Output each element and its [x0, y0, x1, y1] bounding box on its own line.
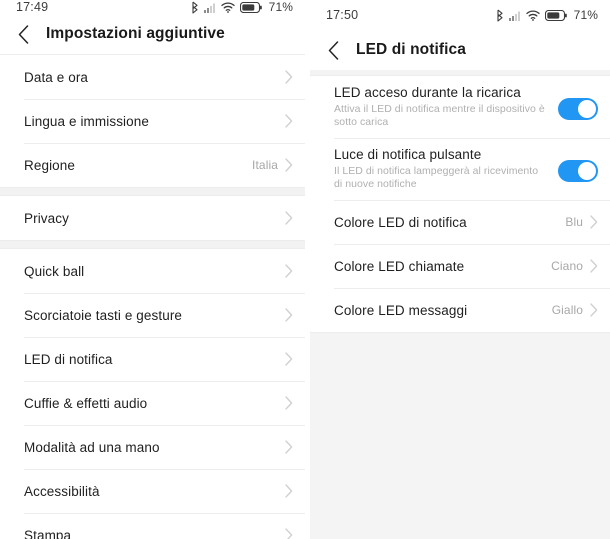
- chevron-right-icon: [285, 70, 293, 84]
- list-item-led-charging[interactable]: LED acceso durante la ricarica Attiva il…: [310, 76, 610, 138]
- cellular-signal-icon: [508, 11, 520, 21]
- list-item-call-led-color[interactable]: Colore LED chiamate Ciano: [310, 244, 610, 288]
- app-bar: LED di notifica: [310, 30, 610, 70]
- list-item[interactable]: Stampa: [0, 513, 305, 539]
- cellular-signal-icon: [203, 3, 215, 13]
- list-item-value: Ciano: [551, 259, 583, 273]
- list-item-description: Il LED di notifica lampeggerà al ricevim…: [334, 165, 539, 190]
- toggle-knob: [578, 161, 596, 180]
- list-item[interactable]: Privacy: [0, 196, 305, 240]
- list-item-pulsing-light[interactable]: Luce di notifica pulsante Il LED di noti…: [310, 138, 610, 200]
- list-item[interactable]: Data e ora: [0, 55, 305, 99]
- settings-group: Privacy: [0, 196, 305, 240]
- list-item-label: Data e ora: [24, 69, 89, 85]
- battery-percentage: 71%: [573, 8, 598, 22]
- status-bar-time: 17:49: [16, 0, 49, 14]
- list-item-message-led-color[interactable]: Colore LED messaggi Giallo: [310, 288, 610, 332]
- settings-list: Data e ora Lingua e immissione Regione I…: [0, 55, 305, 539]
- list-item[interactable]: Regione Italia: [0, 143, 305, 187]
- chevron-right-icon: [590, 303, 598, 317]
- empty-area: [310, 332, 610, 539]
- page-title: Impostazioni aggiuntive: [46, 25, 225, 42]
- chevron-right-icon: [285, 114, 293, 128]
- group-separator: [0, 240, 305, 249]
- list-item[interactable]: Cuffie & effetti audio: [0, 381, 305, 425]
- toggle-switch[interactable]: [558, 97, 598, 120]
- list-item-notification-led-color[interactable]: Colore LED di notifica Blu: [310, 200, 610, 244]
- settings-group: Quick ball Scorciatoie tasti e gesture L…: [0, 249, 305, 539]
- chevron-right-icon: [590, 259, 598, 273]
- list-item-label: Cuffie & effetti audio: [24, 395, 148, 411]
- left-phone-screen: 17:49 71% Impostazioni aggiuntive Data e…: [0, 0, 305, 539]
- led-settings-list: LED acceso durante la ricarica Attiva il…: [310, 76, 610, 332]
- chevron-right-icon: [285, 396, 293, 410]
- list-item-label: Lingua e immissione: [24, 113, 149, 129]
- list-item-label: Colore LED messaggi: [334, 302, 468, 318]
- list-item[interactable]: Lingua e immissione: [0, 99, 305, 143]
- status-bar-time: 17:50: [326, 8, 359, 22]
- chevron-right-icon: [285, 440, 293, 454]
- chevron-right-icon: [285, 211, 293, 225]
- list-item-value: Italia: [252, 158, 278, 172]
- back-chevron-icon: [328, 40, 338, 60]
- battery-icon: [544, 9, 567, 21]
- list-item-label: LED acceso durante la ricarica: [334, 85, 521, 100]
- list-item-label: Stampa: [24, 527, 72, 539]
- list-item[interactable]: Modalità ad una mano: [0, 425, 305, 469]
- list-item[interactable]: Accessibilità: [0, 469, 305, 513]
- list-item[interactable]: Scorciatoie tasti e gesture: [0, 293, 305, 337]
- group-separator: [0, 187, 305, 196]
- list-item-texts: Luce di notifica pulsante Il LED di noti…: [334, 146, 546, 191]
- list-item-label: Privacy: [24, 210, 69, 226]
- list-item-label: Colore LED chiamate: [334, 258, 465, 274]
- list-item-label: Scorciatoie tasti e gesture: [24, 307, 183, 323]
- list-item-texts: LED acceso durante la ricarica Attiva il…: [334, 84, 546, 129]
- chevron-right-icon: [590, 215, 598, 229]
- back-chevron-icon: [18, 24, 28, 44]
- list-item-description: Attiva il LED di notifica mentre il disp…: [334, 103, 545, 128]
- page-title: LED di notifica: [356, 41, 466, 58]
- list-item-label: Colore LED di notifica: [334, 214, 467, 230]
- list-item-label: LED di notifica: [24, 351, 113, 367]
- toggle-switch[interactable]: [558, 159, 598, 182]
- battery-percentage: 71%: [268, 0, 293, 14]
- list-item-label: Accessibilità: [24, 483, 100, 499]
- list-item-value: Giallo: [551, 303, 583, 317]
- dual-screenshot-container: 17:49 71% Impostazioni aggiuntive Data e…: [0, 0, 610, 539]
- back-button[interactable]: [0, 14, 46, 54]
- wifi-icon: [526, 9, 540, 21]
- chevron-right-icon: [285, 308, 293, 322]
- status-bar-icons: 71%: [191, 0, 293, 14]
- bluetooth-icon: [497, 9, 503, 22]
- chevron-right-icon: [285, 484, 293, 498]
- list-item[interactable]: LED di notifica: [0, 337, 305, 381]
- list-item-label: Modalità ad una mano: [24, 439, 160, 455]
- list-item-label: Luce di notifica pulsante: [334, 147, 482, 162]
- bluetooth-icon: [192, 1, 198, 14]
- settings-group: Data e ora Lingua e immissione Regione I…: [0, 55, 305, 187]
- chevron-right-icon: [285, 352, 293, 366]
- status-bar-icons: 71%: [496, 8, 598, 22]
- list-item-label: Regione: [24, 157, 75, 173]
- status-bar: 17:49 71%: [0, 0, 305, 14]
- list-item-value: Blu: [565, 215, 583, 229]
- wifi-icon: [221, 1, 235, 13]
- list-item-label: Quick ball: [24, 263, 85, 279]
- toggle-knob: [578, 99, 596, 118]
- chevron-right-icon: [285, 264, 293, 278]
- right-phone-screen: 17:50 71% LED di notifica LED acceso dur…: [305, 0, 610, 539]
- back-button[interactable]: [310, 30, 356, 70]
- app-bar: Impostazioni aggiuntive: [0, 14, 305, 54]
- battery-icon: [239, 1, 262, 13]
- status-bar: 17:50 71%: [310, 0, 610, 30]
- chevron-right-icon: [285, 528, 293, 539]
- list-item[interactable]: Quick ball: [0, 249, 305, 293]
- chevron-right-icon: [285, 158, 293, 172]
